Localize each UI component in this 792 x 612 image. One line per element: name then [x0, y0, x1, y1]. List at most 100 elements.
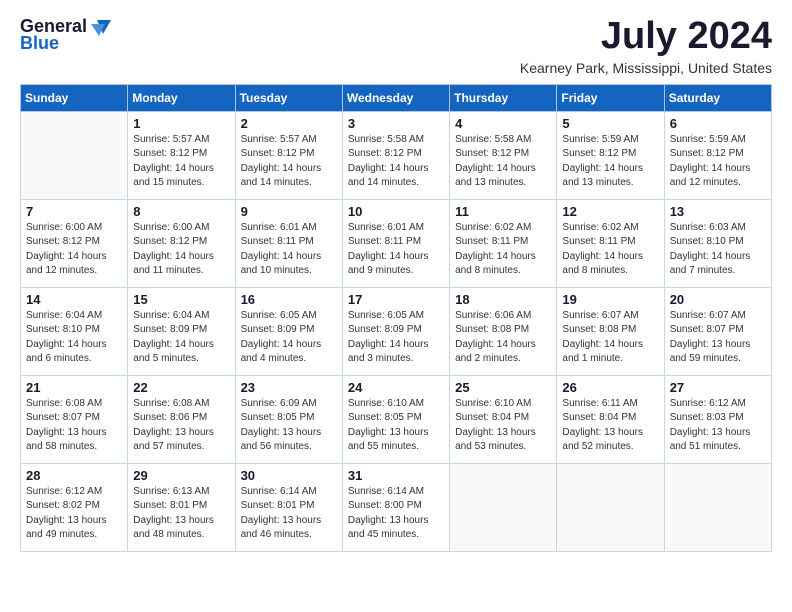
day-number: 15	[133, 292, 229, 307]
calendar-cell: 31 Sunrise: 6:14 AMSunset: 8:00 PMDayligh…	[342, 463, 449, 551]
header-thursday: Thursday	[450, 84, 557, 111]
calendar-cell: 7Sunrise: 6:00 AMSunset: 8:12 PMDaylight…	[21, 199, 128, 287]
cell-info: Sunrise: 6:11 AMSunset: 8:04 PMDaylight:…	[562, 397, 658, 455]
header-monday: Monday	[128, 84, 235, 111]
week-row-0: 1 Sunrise: 5:57 AMSunset: 8:12 PMDaylight…	[21, 111, 772, 199]
day-number: 8	[133, 204, 229, 219]
calendar-cell: 26 Sunrise: 6:11 AMSunset: 8:04 PMDayligh…	[557, 375, 664, 463]
day-number: 1	[133, 116, 229, 131]
day-number: 19	[562, 292, 658, 307]
day-number: 12	[562, 204, 658, 219]
calendar-cell	[21, 111, 128, 199]
calendar-cell: 6Sunrise: 5:59 AMSunset: 8:12 PMDaylight…	[664, 111, 771, 199]
calendar-cell: 21Sunrise: 6:08 AMSunset: 8:07 PMDayligh…	[21, 375, 128, 463]
day-number: 18	[455, 292, 551, 307]
day-number: 4	[455, 116, 551, 131]
calendar-cell: 1Sunrise: 5:57 AMSunset: 8:12 PMDaylight…	[128, 111, 235, 199]
cell-info: Sunrise: 6:02 AMSunset: 8:11 PMDaylight:…	[455, 221, 551, 279]
cell-info: Sunrise: 6:00 AMSunset: 8:12 PMDaylight:…	[133, 221, 229, 279]
calendar-cell	[450, 463, 557, 551]
cell-info: Sunrise: 6:01 AMSunset: 8:11 PMDaylight:…	[241, 221, 337, 279]
calendar-cell: 28 Sunrise: 6:12 AMSunset: 8:02 PMDayligh…	[21, 463, 128, 551]
day-number: 13	[670, 204, 766, 219]
cell-info: Sunrise: 6:14 AMSunset: 8:00 PMDaylight:…	[348, 485, 444, 543]
day-number: 23	[241, 380, 337, 395]
day-number: 11	[455, 204, 551, 219]
location-title: Kearney Park, Mississippi, United States	[520, 60, 772, 76]
cell-info: Sunrise: 6:05 AMSunset: 8:09 PMDaylight:…	[241, 309, 337, 367]
cell-info: Sunrise: 6:05 AMSunset: 8:09 PMDaylight:…	[348, 309, 444, 367]
cell-info: Sunrise: 6:04 AMSunset: 8:10 PMDaylight:…	[26, 309, 122, 367]
logo-icon	[89, 18, 111, 36]
cell-info: Sunrise: 5:57 AMSunset: 8:12 PMDaylight:…	[241, 133, 337, 191]
month-title: July 2024	[520, 16, 772, 58]
calendar-cell: 4 Sunrise: 5:58 AMSunset: 8:12 PMDaylight…	[450, 111, 557, 199]
cell-info: Sunrise: 6:04 AMSunset: 8:09 PMDaylight:…	[133, 309, 229, 367]
day-number: 29	[133, 468, 229, 483]
day-number: 5	[562, 116, 658, 131]
calendar-table: SundayMondayTuesdayWednesdayThursdayFrid…	[20, 84, 772, 552]
cell-info: Sunrise: 5:58 AMSunset: 8:12 PMDaylight:…	[348, 133, 444, 191]
day-number: 31	[348, 468, 444, 483]
calendar-cell: 12 Sunrise: 6:02 AMSunset: 8:11 PMDayligh…	[557, 199, 664, 287]
calendar-cell: 5 Sunrise: 5:59 AMSunset: 8:12 PMDaylight…	[557, 111, 664, 199]
cell-info: Sunrise: 6:12 AMSunset: 8:03 PMDaylight:…	[670, 397, 766, 455]
cell-info: Sunrise: 6:07 AMSunset: 8:07 PMDaylight:…	[670, 309, 766, 367]
header-wednesday: Wednesday	[342, 84, 449, 111]
day-number: 9	[241, 204, 337, 219]
header-friday: Friday	[557, 84, 664, 111]
day-number: 28	[26, 468, 122, 483]
day-number: 17	[348, 292, 444, 307]
cell-info: Sunrise: 6:06 AMSunset: 8:08 PMDaylight:…	[455, 309, 551, 367]
cell-info: Sunrise: 6:13 AMSunset: 8:01 PMDaylight:…	[133, 485, 229, 543]
calendar-cell: 30Sunrise: 6:14 AMSunset: 8:01 PMDayligh…	[235, 463, 342, 551]
cell-info: Sunrise: 6:10 AMSunset: 8:05 PMDaylight:…	[348, 397, 444, 455]
calendar-cell: 10Sunrise: 6:01 AMSunset: 8:11 PMDayligh…	[342, 199, 449, 287]
day-number: 26	[562, 380, 658, 395]
logo: General Blue	[20, 16, 111, 54]
cell-info: Sunrise: 6:09 AMSunset: 8:05 PMDaylight:…	[241, 397, 337, 455]
calendar-cell	[557, 463, 664, 551]
calendar-cell: 11 Sunrise: 6:02 AMSunset: 8:11 PMDayligh…	[450, 199, 557, 287]
header-sunday: Sunday	[21, 84, 128, 111]
cell-info: Sunrise: 6:08 AMSunset: 8:06 PMDaylight:…	[133, 397, 229, 455]
calendar-cell: 8 Sunrise: 6:00 AMSunset: 8:12 PMDaylight…	[128, 199, 235, 287]
calendar-cell: 14 Sunrise: 6:04 AMSunset: 8:10 PMDayligh…	[21, 287, 128, 375]
cell-info: Sunrise: 5:59 AMSunset: 8:12 PMDaylight:…	[562, 133, 658, 191]
calendar-cell: 29 Sunrise: 6:13 AMSunset: 8:01 PMDayligh…	[128, 463, 235, 551]
day-number: 25	[455, 380, 551, 395]
calendar-cell: 13Sunrise: 6:03 AMSunset: 8:10 PMDayligh…	[664, 199, 771, 287]
day-number: 20	[670, 292, 766, 307]
week-row-1: 7Sunrise: 6:00 AMSunset: 8:12 PMDaylight…	[21, 199, 772, 287]
calendar-cell: 2 Sunrise: 5:57 AMSunset: 8:12 PMDaylight…	[235, 111, 342, 199]
calendar-cell: 16 Sunrise: 6:05 AMSunset: 8:09 PMDayligh…	[235, 287, 342, 375]
day-number: 14	[26, 292, 122, 307]
header-row: SundayMondayTuesdayWednesdayThursdayFrid…	[21, 84, 772, 111]
cell-info: Sunrise: 5:58 AMSunset: 8:12 PMDaylight:…	[455, 133, 551, 191]
calendar-cell: 15 Sunrise: 6:04 AMSunset: 8:09 PMDayligh…	[128, 287, 235, 375]
cell-info: Sunrise: 6:02 AMSunset: 8:11 PMDaylight:…	[562, 221, 658, 279]
day-number: 22	[133, 380, 229, 395]
calendar-cell: 25Sunrise: 6:10 AMSunset: 8:04 PMDayligh…	[450, 375, 557, 463]
logo-blue: Blue	[20, 33, 59, 54]
calendar-cell: 17 Sunrise: 6:05 AMSunset: 8:09 PMDayligh…	[342, 287, 449, 375]
cell-info: Sunrise: 6:12 AMSunset: 8:02 PMDaylight:…	[26, 485, 122, 543]
day-number: 2	[241, 116, 337, 131]
cell-info: Sunrise: 6:07 AMSunset: 8:08 PMDaylight:…	[562, 309, 658, 367]
day-number: 30	[241, 468, 337, 483]
week-row-4: 28 Sunrise: 6:12 AMSunset: 8:02 PMDayligh…	[21, 463, 772, 551]
cell-info: Sunrise: 6:00 AMSunset: 8:12 PMDaylight:…	[26, 221, 122, 279]
day-number: 24	[348, 380, 444, 395]
calendar-cell: 18 Sunrise: 6:06 AMSunset: 8:08 PMDayligh…	[450, 287, 557, 375]
calendar-cell	[664, 463, 771, 551]
calendar-cell: 24 Sunrise: 6:10 AMSunset: 8:05 PMDayligh…	[342, 375, 449, 463]
day-number: 16	[241, 292, 337, 307]
day-number: 3	[348, 116, 444, 131]
calendar-cell: 20 Sunrise: 6:07 AMSunset: 8:07 PMDayligh…	[664, 287, 771, 375]
calendar-cell: 3 Sunrise: 5:58 AMSunset: 8:12 PMDaylight…	[342, 111, 449, 199]
calendar-cell: 27Sunrise: 6:12 AMSunset: 8:03 PMDayligh…	[664, 375, 771, 463]
calendar-cell: 19 Sunrise: 6:07 AMSunset: 8:08 PMDayligh…	[557, 287, 664, 375]
cell-info: Sunrise: 6:01 AMSunset: 8:11 PMDaylight:…	[348, 221, 444, 279]
week-row-2: 14 Sunrise: 6:04 AMSunset: 8:10 PMDayligh…	[21, 287, 772, 375]
day-number: 6	[670, 116, 766, 131]
